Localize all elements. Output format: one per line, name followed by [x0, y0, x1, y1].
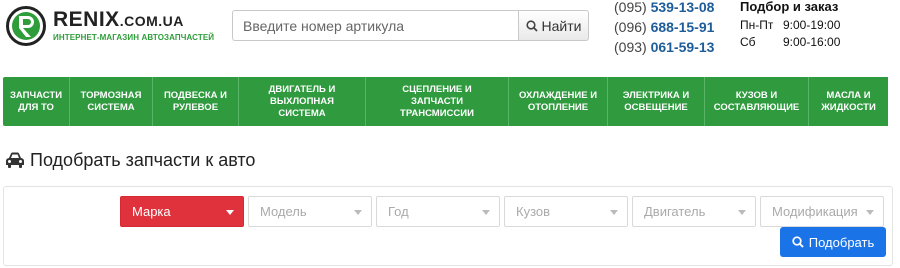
car-selector-panel: Марка Модель Год Кузов Двигатель Модифик…	[3, 186, 893, 266]
phone-code: (096)	[614, 19, 647, 35]
working-hours: Подбор и заказ Пн-Пт 9:00-19:00 Сб 9:00-…	[740, 0, 900, 51]
search-button-label: Найти	[541, 17, 582, 34]
logo-name: RENIX.COM.UA	[53, 8, 184, 32]
nav-label-line: ТОРМОЗНАЯ	[80, 89, 142, 101]
year-select-label: Год	[388, 204, 409, 219]
phone-code: (095)	[614, 0, 647, 15]
nav-label-line: ЗАПЧАСТИ	[410, 95, 464, 107]
working-hours-row: Сб 9:00-16:00	[740, 34, 900, 51]
logo-brand: RENIX	[53, 8, 120, 31]
nav-label-line: КУЗОВ И	[735, 89, 778, 101]
nav-item-service-parts[interactable]: ЗАПЧАСТИ ДЛЯ ТО	[3, 77, 70, 126]
search-icon	[792, 236, 804, 248]
working-days: Сб	[740, 35, 756, 49]
chevron-down-icon	[354, 210, 362, 215]
category-nav: ЗАПЧАСТИ ДЛЯ ТО ТОРМОЗНАЯ СИСТЕМА ПОДВЕСКА…	[3, 77, 894, 126]
phone-digits: 061-59-13	[650, 39, 715, 55]
nav-label-line: ОСВЕЩЕНИЕ	[624, 101, 688, 113]
nav-label-line: ОХЛАЖДЕНИЕ И	[518, 89, 598, 101]
phone-number[interactable]: (095) 539-13-08	[614, 0, 724, 17]
nav-item-cooling[interactable]: ОХЛАЖДЕНИЕ И ОТОПЛЕНИЕ	[509, 77, 608, 126]
nav-item-label: ТОРМОЗНАЯ СИСТЕМА	[81, 90, 142, 114]
phone-list: (095) 539-13-08 (096) 688-15-91 (093) 06…	[614, 0, 724, 57]
phone-code: (093)	[614, 39, 647, 55]
pick-parts-button-label: Подобрать	[808, 234, 875, 250]
working-time: 9:00-19:00	[783, 18, 841, 32]
car-selector-title: Подобрать запчасти к авто	[5, 149, 255, 171]
nav-label-line: ЖИДКОСТИ	[821, 101, 876, 113]
nav-item-oils[interactable]: МАСЛА И ЖИДКОСТИ	[809, 77, 888, 126]
nav-item-engine[interactable]: ДВИГАТЕЛЬ И ВЫХЛОПНАЯ СИСТЕМА	[239, 77, 366, 126]
modification-select[interactable]: Модификация	[760, 196, 884, 227]
nav-item-electrics[interactable]: ЭЛЕКТРИКА И ОСВЕЩЕНИЕ	[608, 77, 705, 126]
phone-digits: 688-15-91	[650, 19, 715, 35]
nav-label-line: ТРАНСМИССИИ	[400, 107, 474, 119]
modification-select-label: Модификация	[772, 204, 858, 219]
article-search: Найти	[232, 10, 589, 41]
engine-select-label: Двигатель	[644, 204, 706, 219]
phone-digits: 539-13-08	[650, 0, 715, 15]
nav-label-line: СИСТЕМА	[87, 101, 135, 113]
nav-label-line: РУЛЕВОЕ	[172, 101, 219, 113]
nav-item-suspension[interactable]: ПОДВЕСКА И РУЛЕВОЕ	[153, 77, 239, 126]
nav-label-line: ЭЛЕКТРИКА И	[622, 89, 690, 101]
phone-number[interactable]: (093) 061-59-13	[614, 37, 724, 57]
pick-parts-button[interactable]: Подобрать	[780, 227, 886, 257]
nav-label-line: ПОДВЕСКА И	[163, 89, 228, 101]
chevron-down-icon	[226, 210, 234, 215]
nav-item-label: СЦЕПЛЕНИЕ И ЗАПЧАСТИ ТРАНСМИССИИ	[400, 84, 474, 120]
chevron-down-icon	[610, 210, 618, 215]
body-select-label: Кузов	[516, 204, 551, 219]
working-hours-title: Подбор и заказ	[740, 0, 839, 14]
nav-item-label: ЭЛЕКТРИКА И ОСВЕЩЕНИЕ	[623, 90, 690, 114]
car-selector-dropdowns: Марка Модель Год Кузов Двигатель Модифик…	[120, 196, 884, 227]
make-select-label: Марка	[132, 204, 171, 219]
chevron-down-icon	[738, 210, 746, 215]
chevron-down-icon	[482, 210, 490, 215]
site-logo[interactable]: RENIX.COM.UA ИНТЕРНЕТ-МАГАЗИН АВТОЗАПЧАС…	[6, 6, 216, 46]
model-select-label: Модель	[260, 204, 307, 219]
nav-label-line: СОСТАВЛЯЮЩИЕ	[713, 101, 800, 113]
nav-item-body[interactable]: КУЗОВ И СОСТАВЛЯЮЩИЕ	[705, 77, 809, 126]
working-days: Пн-Пт	[740, 18, 774, 32]
nav-item-label: КУЗОВ И СОСТАВЛЯЮЩИЕ	[714, 90, 799, 114]
car-icon	[6, 152, 24, 168]
chevron-down-icon	[866, 210, 874, 215]
nav-label-line: МАСЛА И	[826, 89, 871, 101]
logo-domain: .COM.UA	[119, 13, 184, 29]
nav-label-line: ЗАПЧАСТИ	[9, 89, 63, 101]
site-header: RENIX.COM.UA ИНТЕРНЕТ-МАГАЗИН АВТОЗАПЧАС…	[0, 0, 900, 72]
nav-item-label: ОХЛАЖДЕНИЕ И ОТОПЛЕНИЕ	[519, 90, 597, 114]
nav-label-line: СЦЕПЛЕНИЕ И	[402, 83, 472, 95]
car-selector-title-text: Подобрать запчасти к авто	[30, 149, 256, 170]
model-select[interactable]: Модель	[248, 196, 372, 227]
engine-select[interactable]: Двигатель	[632, 196, 756, 227]
logo-r-icon	[6, 6, 46, 46]
nav-item-brakes[interactable]: ТОРМОЗНАЯ СИСТЕМА	[70, 77, 153, 126]
nav-item-label: ЗАПЧАСТИ ДЛЯ ТО	[10, 90, 62, 114]
nav-label-line: СИСТЕМА	[278, 107, 326, 119]
phone-number[interactable]: (096) 688-15-91	[614, 17, 724, 37]
nav-item-label: ДВИГАТЕЛЬ И ВЫХЛОПНАЯ СИСТЕМА	[269, 84, 336, 120]
body-select[interactable]: Кузов	[504, 196, 628, 227]
article-search-input[interactable]	[232, 10, 519, 41]
nav-item-transmission[interactable]: СЦЕПЛЕНИЕ И ЗАПЧАСТИ ТРАНСМИССИИ	[366, 77, 509, 126]
nav-label-line: ДЛЯ ТО	[18, 101, 54, 113]
nav-label-line: ОТОПЛЕНИЕ	[527, 101, 589, 113]
search-icon	[525, 19, 538, 32]
nav-label-line: ДВИГАТЕЛЬ И	[268, 83, 336, 95]
logo-tagline: ИНТЕРНЕТ-МАГАЗИН АВТОЗАПЧАСТЕЙ	[53, 33, 215, 42]
search-button[interactable]: Найти	[518, 10, 589, 41]
make-select[interactable]: Марка	[120, 196, 244, 227]
nav-item-label: ПОДВЕСКА И РУЛЕВОЕ	[164, 90, 227, 114]
working-time: 9:00-16:00	[783, 35, 841, 49]
year-select[interactable]: Год	[376, 196, 500, 227]
nav-label-line: ВЫХЛОПНАЯ	[270, 95, 334, 107]
nav-item-label: МАСЛА И ЖИДКОСТИ	[821, 90, 876, 114]
working-hours-row: Пн-Пт 9:00-19:00	[740, 17, 900, 34]
